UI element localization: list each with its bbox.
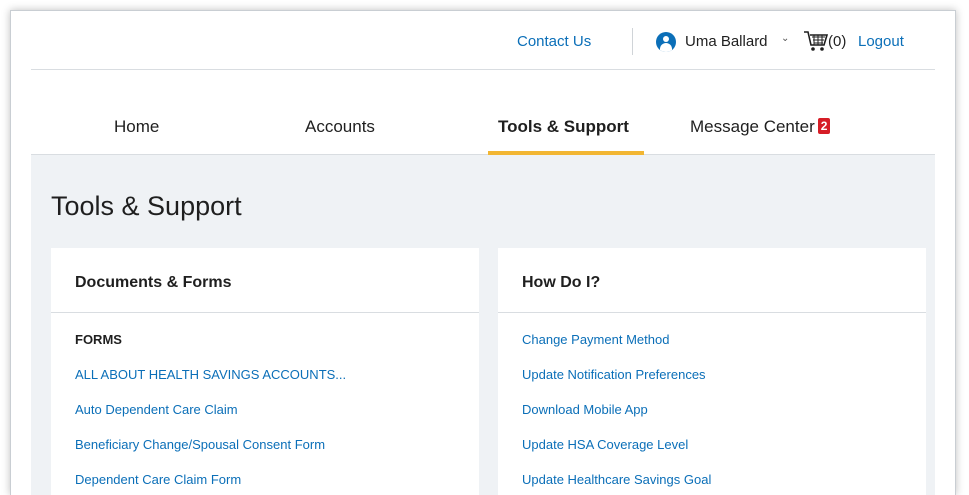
card-title: How Do I? xyxy=(522,274,601,291)
app-window: Contact Us Uma Ballard ⌄ (0) Logout Home… xyxy=(10,10,956,495)
how-to-link[interactable]: Download Mobile App xyxy=(522,401,916,436)
form-link[interactable]: Beneficiary Change/Spousal Consent Form xyxy=(75,436,469,471)
contact-us-link[interactable]: Contact Us xyxy=(517,33,591,50)
cart-count[interactable]: (0) xyxy=(828,33,846,50)
page-title: Tools & Support xyxy=(51,191,242,221)
tab-home[interactable]: Home xyxy=(114,117,159,137)
tab-message-center-label: Message Center xyxy=(690,117,815,136)
utility-divider xyxy=(632,28,633,55)
card-body: FORMS ALL ABOUT HEALTH SAVINGS ACCOUNTS.… xyxy=(75,331,469,495)
chevron-down-icon[interactable]: ⌄ xyxy=(781,33,789,44)
how-to-link[interactable]: Change Payment Method xyxy=(522,331,916,366)
card-header: How Do I? xyxy=(498,248,926,313)
documents-forms-card: Documents & Forms FORMS ALL ABOUT HEALTH… xyxy=(51,248,479,495)
form-link[interactable]: ALL ABOUT HEALTH SAVINGS ACCOUNTS... xyxy=(75,366,469,401)
how-do-i-card: How Do I? Change Payment Method Update N… xyxy=(498,248,926,495)
form-link[interactable]: Dependent Care Claim Form xyxy=(75,471,469,495)
utility-bar: Contact Us Uma Ballard ⌄ (0) Logout xyxy=(31,11,935,70)
main-content: Tools & Support Documents & Forms FORMS … xyxy=(31,155,935,495)
cart-icon[interactable] xyxy=(803,29,829,53)
section-label-forms: FORMS xyxy=(75,332,122,347)
user-avatar-icon[interactable] xyxy=(656,32,676,52)
form-link[interactable]: Auto Dependent Care Claim xyxy=(75,401,469,436)
card-header: Documents & Forms xyxy=(51,248,479,313)
user-menu[interactable]: Uma Ballard xyxy=(685,33,768,50)
message-count-badge: 2 xyxy=(817,118,831,134)
card-body: Change Payment Method Update Notificatio… xyxy=(522,331,916,495)
card-title: Documents & Forms xyxy=(75,274,232,291)
how-to-link[interactable]: Update HSA Coverage Level xyxy=(522,436,916,471)
tab-accounts[interactable]: Accounts xyxy=(305,117,375,137)
how-to-link[interactable]: Update Healthcare Savings Goal xyxy=(522,471,916,495)
main-nav: Home Accounts Tools & Support Message Ce… xyxy=(31,71,935,155)
how-to-link[interactable]: Update Notification Preferences xyxy=(522,366,916,401)
tab-tools-support[interactable]: Tools & Support xyxy=(498,117,629,137)
logout-link[interactable]: Logout xyxy=(858,33,904,50)
tab-message-center[interactable]: Message Center 2 xyxy=(690,117,831,137)
